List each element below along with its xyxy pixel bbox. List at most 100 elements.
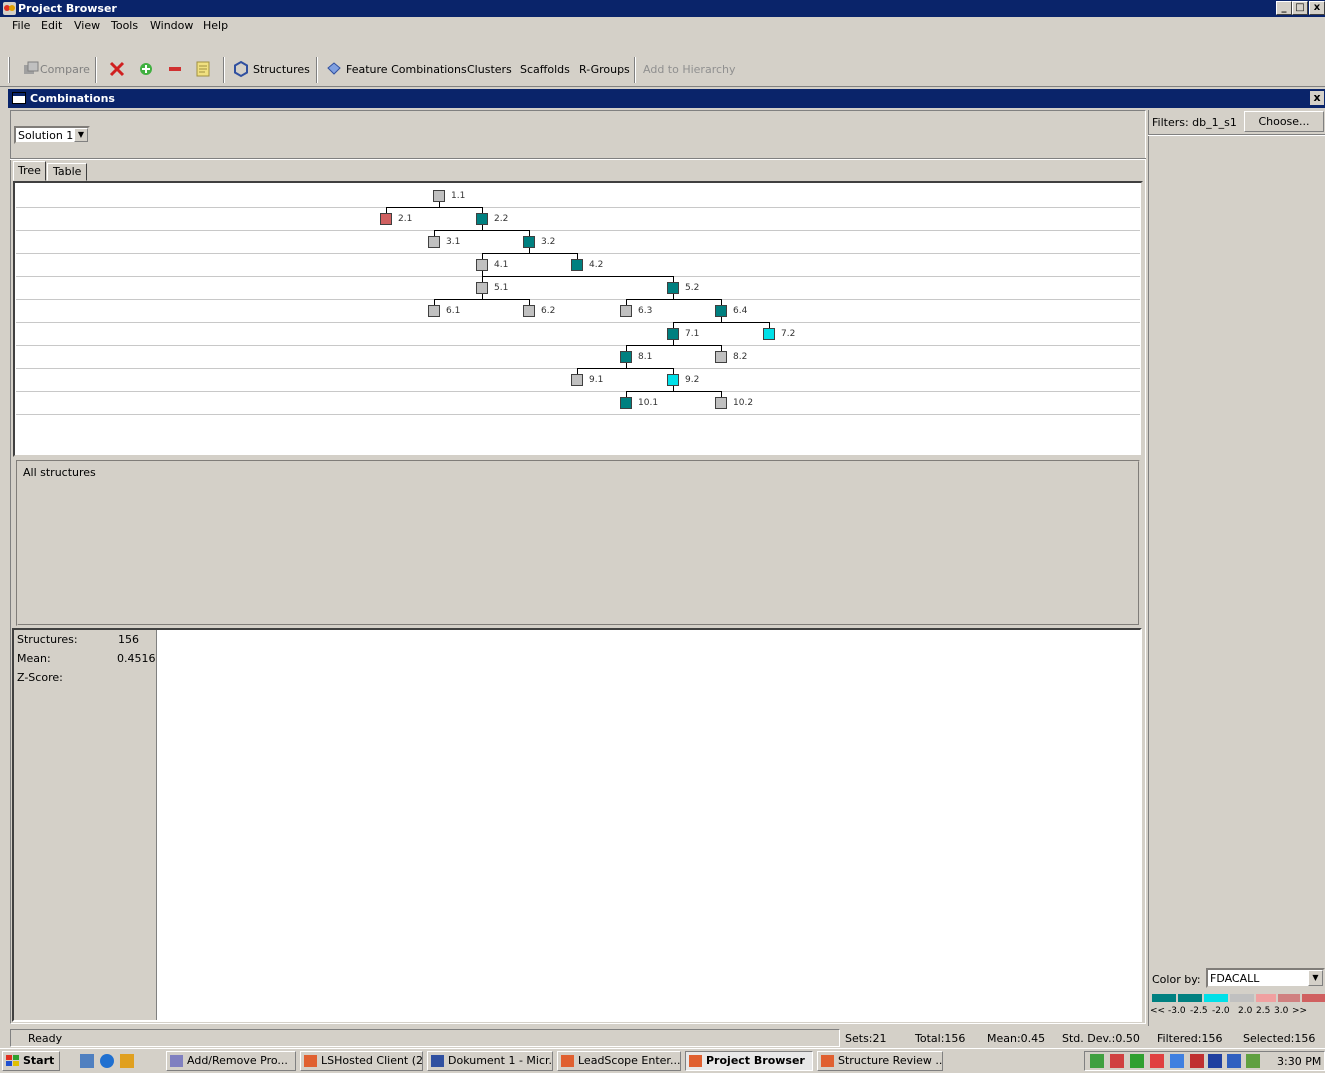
menu-tools[interactable]: Tools: [111, 19, 138, 32]
compare-button[interactable]: Compare: [40, 61, 90, 79]
clusters-button[interactable]: Clusters: [467, 61, 512, 79]
tray-app-icon[interactable]: [1130, 1054, 1144, 1068]
tree-node[interactable]: [667, 282, 679, 294]
tree-node[interactable]: [476, 282, 488, 294]
notes-icon[interactable]: [194, 60, 212, 78]
tray-app-icon[interactable]: [1170, 1054, 1184, 1068]
tray-app-icon[interactable]: [1208, 1054, 1222, 1068]
close-button[interactable]: x: [1309, 1, 1325, 15]
tree-node[interactable]: [667, 374, 679, 386]
tree-node[interactable]: [715, 397, 727, 409]
status-filtered: Filtered:156: [1157, 1032, 1223, 1045]
taskbar-button-label: Dokument 1 - Micr...: [448, 1054, 553, 1067]
taskbar-button-label: Project Browser: [706, 1054, 805, 1067]
menu-window[interactable]: Window: [150, 19, 193, 32]
color-by-dropdown[interactable]: FDACALL ▼: [1206, 968, 1325, 988]
tree-node[interactable]: [571, 259, 583, 271]
minimize-button[interactable]: _: [1276, 1, 1292, 15]
remove-icon[interactable]: [166, 60, 184, 78]
tree-node-label: 10.1: [638, 398, 659, 408]
zscore-label: Z-Score:: [17, 671, 63, 684]
quicklaunch-desktop-icon[interactable]: [80, 1054, 94, 1068]
quicklaunch-outlook-icon[interactable]: [120, 1054, 134, 1068]
structures-button[interactable]: Structures: [253, 61, 310, 79]
legend-label: -2.0: [1212, 1006, 1230, 1016]
tray-app-icon[interactable]: [1150, 1054, 1164, 1068]
delete-icon[interactable]: [108, 60, 126, 78]
tree-row-line: [16, 391, 1140, 392]
status-std: Std. Dev.:0.50: [1062, 1032, 1140, 1045]
app-icon: [3, 2, 16, 15]
scaffolds-button[interactable]: Scaffolds: [520, 61, 570, 79]
tree-edge: [626, 391, 722, 392]
tree-node[interactable]: [620, 351, 632, 363]
menu-file[interactable]: File: [12, 19, 30, 32]
tray-app-icon[interactable]: [1227, 1054, 1241, 1068]
start-button[interactable]: Start: [2, 1051, 60, 1071]
legend-swatch: [1256, 994, 1276, 1002]
tree-node[interactable]: [523, 236, 535, 248]
tree-node[interactable]: [523, 305, 535, 317]
tree-node[interactable]: [571, 374, 583, 386]
taskbar-button[interactable]: LSHosted Client (2): [300, 1051, 423, 1071]
tree-node[interactable]: [715, 305, 727, 317]
filters-label: Filters: db_1_s1: [1152, 116, 1237, 129]
tree-node[interactable]: [476, 259, 488, 271]
tray-app-icon[interactable]: [1190, 1054, 1204, 1068]
tray-app-icon[interactable]: [1246, 1054, 1260, 1068]
color-by-value: FDACALL: [1210, 972, 1260, 985]
choose-button[interactable]: Choose...: [1244, 111, 1324, 132]
tree-node-label: 4.2: [589, 260, 604, 270]
menu-edit[interactable]: Edit: [41, 19, 62, 32]
taskbar-button[interactable]: Structure Review ...: [817, 1051, 943, 1071]
tree-node[interactable]: [620, 305, 632, 317]
toolbar-separator: [223, 57, 225, 83]
add-to-hierarchy-button[interactable]: Add to Hierarchy: [643, 61, 736, 79]
taskbar-button[interactable]: LeadScope Enter...: [557, 1051, 681, 1071]
maximize-button[interactable]: □: [1292, 1, 1308, 15]
menu-bar: [0, 17, 1325, 37]
divider: [10, 158, 1146, 160]
tree-node[interactable]: [715, 351, 727, 363]
tree-node[interactable]: [428, 236, 440, 248]
tree-edge: [626, 345, 722, 346]
tree-node-label: 2.1: [398, 214, 413, 224]
tree-node[interactable]: [667, 328, 679, 340]
tree-node-label: 6.3: [638, 306, 653, 316]
tray-app-icon[interactable]: [1110, 1054, 1124, 1068]
taskbar-button[interactable]: Project Browser: [685, 1051, 813, 1071]
tray-network-icon[interactable]: [1090, 1054, 1104, 1068]
tab-tree-label: Tree: [18, 164, 41, 177]
structures-label: Structures:: [17, 633, 78, 646]
tree-node-label: 8.1: [638, 352, 653, 362]
taskbar-button[interactable]: Dokument 1 - Micr...: [427, 1051, 553, 1071]
tree-node[interactable]: [476, 213, 488, 225]
tree-node[interactable]: [380, 213, 392, 225]
app-icon: [689, 1055, 702, 1067]
add-icon[interactable]: [137, 60, 155, 78]
menu-view[interactable]: View: [74, 19, 100, 32]
start-label: Start: [23, 1054, 55, 1067]
panel-close-button[interactable]: x: [1310, 91, 1324, 105]
tree-node-label: 2.2: [494, 214, 509, 224]
taskbar-button[interactable]: Add/Remove Pro...: [166, 1051, 296, 1071]
tree-node[interactable]: [620, 397, 632, 409]
legend-label: 3.0: [1274, 1006, 1289, 1016]
rgroups-button[interactable]: R-Groups: [579, 61, 630, 79]
tree-node[interactable]: [428, 305, 440, 317]
mean-value: 0.4516: [117, 652, 156, 665]
tree-edge: [673, 322, 770, 323]
tree-node[interactable]: [433, 190, 445, 202]
quicklaunch-ie-icon[interactable]: [100, 1054, 114, 1068]
tab-tree[interactable]: Tree: [13, 161, 46, 181]
window-title: Project Browser: [18, 2, 117, 15]
tree-node[interactable]: [763, 328, 775, 340]
chevron-down-icon[interactable]: ▼: [1308, 970, 1323, 986]
chevron-down-icon[interactable]: ▼: [74, 128, 88, 142]
tree-edge: [577, 368, 674, 369]
sidebar-divider: [1148, 134, 1325, 136]
feature-combinations-button[interactable]: Feature Combinations: [346, 61, 467, 79]
tab-table[interactable]: Table: [47, 163, 87, 181]
menu-help[interactable]: Help: [203, 19, 228, 32]
solution-dropdown[interactable]: Solution 1 ▼: [14, 126, 90, 144]
